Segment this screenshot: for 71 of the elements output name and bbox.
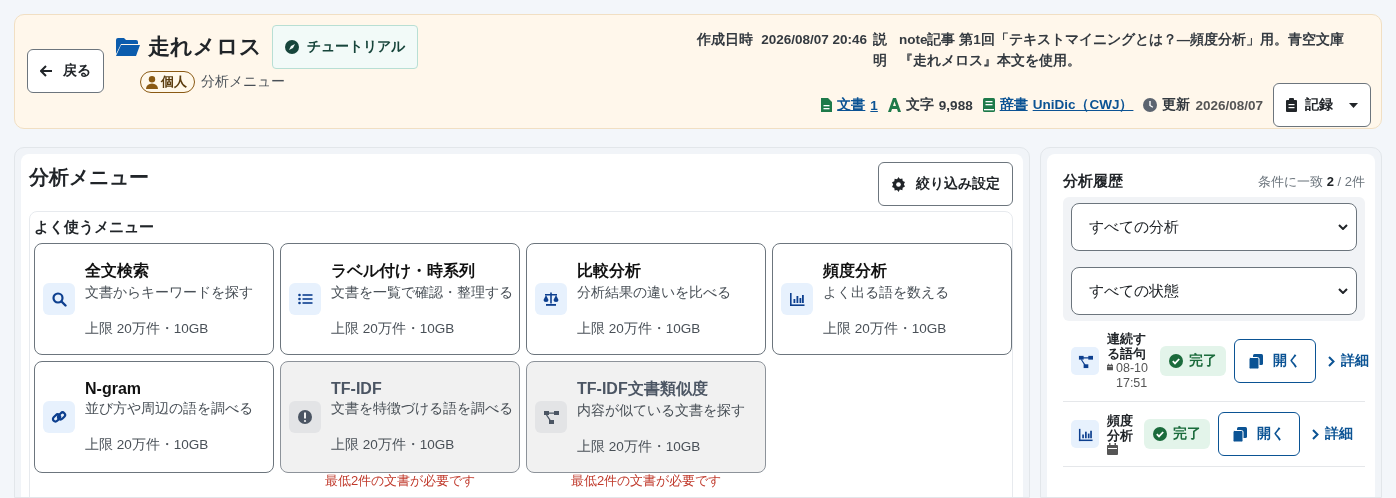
clock-icon: [1143, 98, 1158, 112]
stat-label[interactable]: 文書: [837, 96, 866, 114]
bar-chart-icon: [789, 291, 805, 307]
arrow-left-icon: [40, 65, 53, 77]
section-title: よく使うメニュー: [34, 218, 155, 237]
nodes-icon: [1077, 353, 1093, 369]
caret-icon: [1349, 102, 1358, 108]
open-button[interactable]: 開く: [1234, 339, 1317, 383]
search-icon: [51, 291, 67, 307]
clipboard-icon: [1286, 98, 1297, 112]
calendar-icon: [1107, 443, 1118, 455]
back-button[interactable]: 戻る: [27, 49, 104, 93]
panel-title: 分析メニュー: [29, 165, 149, 190]
created-value: 2026/08/07 20:46: [761, 31, 867, 49]
stat-value[interactable]: 1: [870, 97, 878, 113]
chevron-down-icon: [1338, 224, 1348, 230]
copy-icon: [1249, 353, 1264, 369]
stat-label[interactable]: 辞書: [999, 96, 1028, 114]
document-icon: [821, 98, 833, 112]
status-badge: 完了: [1144, 419, 1210, 449]
analysis-card[interactable]: 頻度分析 よく出る語を数える 上限 20万件・10GB: [772, 243, 1012, 355]
book-icon: [982, 98, 995, 112]
history-item-title: 連続する語句: [1107, 331, 1147, 361]
status-badge: 完了: [1160, 346, 1227, 376]
stat-value[interactable]: UniDic（CWJ）: [1032, 96, 1134, 114]
requirement-note: 最低2件の文書が必要です: [323, 474, 477, 488]
stat-label: 更新: [1162, 96, 1191, 114]
gear-icon: [891, 176, 906, 192]
chevron-right-icon: [1328, 355, 1336, 367]
letter-a-icon: [887, 98, 901, 112]
match-count: 条件に一致 2 / 2件: [1258, 173, 1365, 191]
record-dropdown-button[interactable]: 記録: [1273, 83, 1371, 127]
history-item-title: 頻度分析: [1107, 413, 1134, 443]
description-label: 説明: [873, 31, 887, 70]
analysis-card[interactable]: N-gram 並び方や周辺の語を調べる 上限 20万件・10GB: [34, 361, 274, 473]
folder-icon: [116, 38, 140, 56]
history-title: 分析履歴: [1063, 172, 1123, 191]
breadcrumb: 分析メニュー: [201, 73, 285, 91]
check-circle-icon: [1153, 427, 1167, 441]
analysis-card[interactable]: 全文検索 文書からキーワードを探す 上限 20万件・10GB: [34, 243, 274, 355]
owner-badge: 個人: [140, 71, 195, 93]
compass-icon: [285, 40, 299, 54]
stat-label: 文字: [905, 96, 934, 114]
history-date: 08-10 17:51: [1116, 361, 1149, 391]
chevron-right-icon: [1312, 428, 1319, 440]
link-icon: [51, 409, 67, 425]
created-label: 作成日時: [697, 31, 754, 49]
requirement-note: 最低2件の文書が必要です: [569, 474, 723, 488]
open-button[interactable]: 開く: [1218, 412, 1300, 456]
stat-value: 9,988: [938, 97, 973, 113]
exclamation-icon: [297, 409, 313, 425]
chevron-down-icon: [1338, 288, 1348, 294]
filter-select[interactable]: すべての分析: [1071, 203, 1357, 251]
person-icon: [146, 75, 158, 89]
copy-icon: [1233, 426, 1247, 442]
check-circle-icon: [1169, 354, 1184, 368]
filter-settings-button[interactable]: 絞り込み設定: [878, 162, 1013, 206]
calendar-icon: [1107, 361, 1113, 373]
tutorial-button[interactable]: チュートリアル: [272, 25, 418, 69]
list-icon: [297, 291, 313, 307]
project-title: 走れメロス: [148, 33, 262, 61]
detail-link[interactable]: 詳細: [1324, 352, 1374, 370]
description-text: note記事 第1回「テキストマイニングとは？―頻度分析」用。青空文庫『走れメロス』本文を使用。: [899, 31, 1346, 70]
analysis-card[interactable]: ラベル付け・時系列 文書を一覧で確認・整理する 上限 20万件・10GB: [280, 243, 520, 355]
detail-link[interactable]: 詳細: [1308, 425, 1357, 443]
stat-value: 2026/08/07: [1195, 97, 1263, 113]
bar-chart-icon: [1077, 426, 1093, 442]
analysis-card[interactable]: 比較分析 分析結果の違いを比べる 上限 20万件・10GB: [526, 243, 766, 355]
nodes-icon: [543, 409, 559, 425]
filter-select[interactable]: すべての状態: [1071, 267, 1357, 315]
scale-icon: [543, 291, 559, 307]
